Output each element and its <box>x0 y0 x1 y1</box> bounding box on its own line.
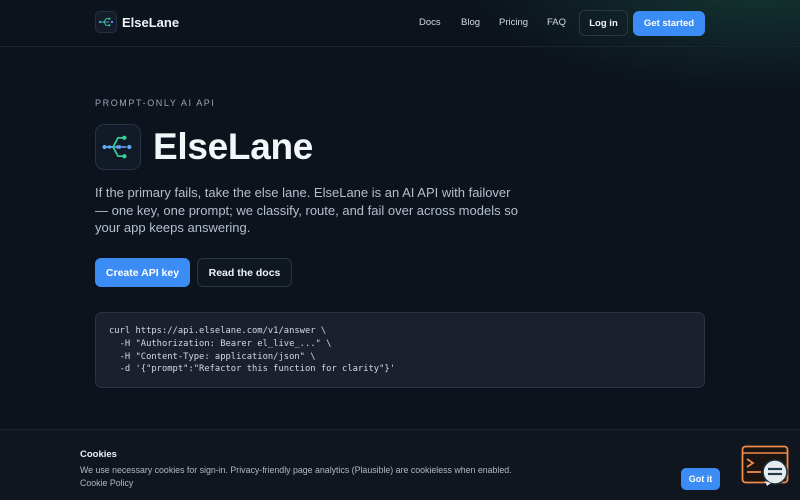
hero-logo <box>95 124 141 170</box>
read-docs-button[interactable]: Read the docs <box>197 258 292 287</box>
brand-link[interactable]: ElseLane <box>95 11 179 33</box>
login-button[interactable]: Log in <box>579 10 628 36</box>
nav-docs[interactable]: Docs <box>419 17 441 28</box>
code-line: -H "Content-Type: application/json" \ <box>109 351 316 362</box>
code-line: curl https://api.elselane.com/v1/answer … <box>109 326 327 336</box>
cookie-text-body: We use necessary cookies for sign-in. Pr… <box>80 465 512 475</box>
brand-name: ElseLane <box>122 14 180 30</box>
got-it-button[interactable]: Got it <box>681 468 720 490</box>
get-started-button[interactable]: Get started <box>633 11 705 36</box>
terminal-chat-icon[interactable] <box>741 445 791 487</box>
cookie-text: We use necessary cookies for sign-in. Pr… <box>80 464 520 489</box>
nav-blog[interactable]: Blog <box>461 17 480 28</box>
route-fork-icon <box>102 135 132 159</box>
nav-faq[interactable]: FAQ <box>547 17 566 28</box>
cookie-banner: Cookies We use necessary cookies for sig… <box>0 430 800 500</box>
curl-code-block[interactable]: curl https://api.elselane.com/v1/answer … <box>95 312 705 388</box>
create-api-key-button[interactable]: Create API key <box>95 258 190 287</box>
code-line: -H "Authorization: Bearer el_live_..." \ <box>109 338 332 349</box>
hero-title: ElseLane <box>153 126 314 167</box>
hero-eyebrow: PROMPT-ONLY AI API <box>95 98 216 108</box>
cookie-title: Cookies <box>80 449 117 460</box>
nav-pricing[interactable]: Pricing <box>499 17 528 28</box>
site-header: ElseLane Docs Blog Pricing FAQ Log in Ge… <box>0 0 800 47</box>
code-line: -d '{"prompt":"Refactor this function fo… <box>109 364 395 375</box>
cookie-policy-link[interactable]: Cookie Policy <box>80 478 133 488</box>
hero-description: If the primary fails, take the else lane… <box>95 185 518 235</box>
route-fork-icon <box>95 11 117 33</box>
